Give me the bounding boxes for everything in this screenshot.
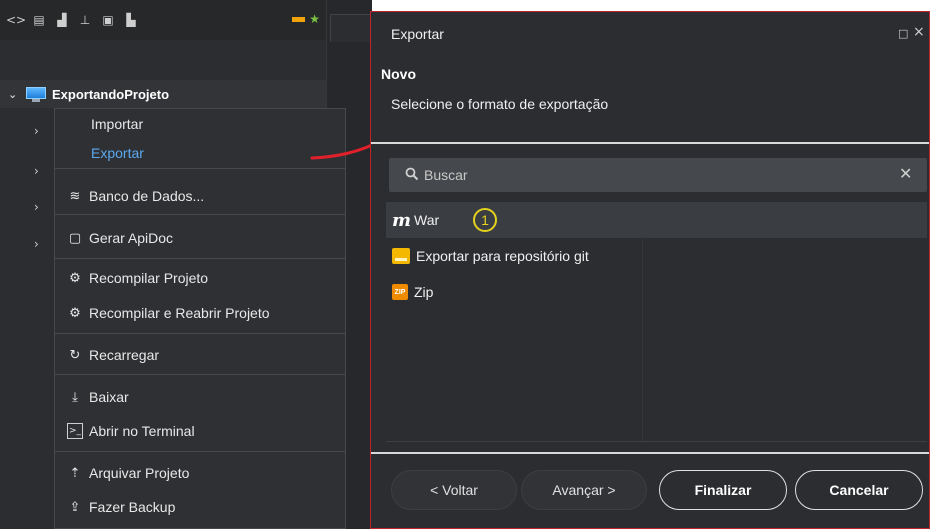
list-item-git[interactable]: Exportar para repositório git xyxy=(386,238,927,274)
gears-icon: ⚙ xyxy=(69,270,81,286)
next-button[interactable]: Avançar > xyxy=(521,470,647,510)
project-toolbar: <> ▤ ▟ ⊥ ▣ ▙ ★ xyxy=(0,0,326,40)
menu-item-recompilar[interactable]: ⚙ Recompilar Projeto xyxy=(67,266,208,290)
database-icon: ≋ xyxy=(69,188,81,204)
clear-search-icon[interactable]: ✕ xyxy=(899,164,912,183)
menu-item-label: Recompilar Projeto xyxy=(89,270,209,286)
menu-item-exportar[interactable]: Exportar xyxy=(91,141,144,165)
war-icon: m xyxy=(392,209,412,231)
search-input[interactable]: Buscar ✕ xyxy=(389,158,927,192)
menu-separator xyxy=(55,333,345,334)
divider xyxy=(371,452,929,454)
list-item-war[interactable]: m War 1 xyxy=(386,202,927,238)
tools-icon[interactable]: ▙ xyxy=(123,12,139,28)
dialog-title: Exportar xyxy=(391,26,444,42)
list-item-label: War xyxy=(414,212,440,228)
gears-icon: ⚙ xyxy=(69,305,81,321)
menu-separator xyxy=(55,168,345,169)
menu-separator xyxy=(55,214,345,215)
chevron-right-icon[interactable]: › xyxy=(34,237,39,251)
maximize-icon[interactable]: □ xyxy=(898,27,908,40)
ide-panel: <> ▤ ▟ ⊥ ▣ ▙ ★ ⌄ ExportandoProjeto › › ›… xyxy=(0,0,372,529)
tree-item-project[interactable]: ⌄ ExportandoProjeto xyxy=(0,80,326,108)
menu-item-recompilar-reabrir[interactable]: ⚙ Recompilar e Reabrir Projeto xyxy=(67,301,270,325)
editor-tab[interactable] xyxy=(330,14,372,42)
project-name: ExportandoProjeto xyxy=(52,86,170,102)
list-item-label: Exportar para repositório git xyxy=(416,248,589,264)
menu-item-arquivar[interactable]: ⇡ Arquivar Projeto xyxy=(67,461,190,485)
step-badge: 1 xyxy=(473,208,497,232)
html5-icon[interactable]: ▣ xyxy=(100,12,116,28)
list-item-zip[interactable]: ZIP Zip xyxy=(386,274,927,310)
archive-icon: ⇡ xyxy=(69,465,81,481)
grid-line xyxy=(642,236,643,441)
menu-item-terminal[interactable]: >_ Abrir no Terminal xyxy=(67,419,195,443)
monitor-icon xyxy=(26,86,46,102)
menu-separator xyxy=(55,451,345,452)
chart-icon[interactable]: ▟ xyxy=(54,12,70,28)
export-format-list: m War 1 Exportar para repositório git ZI… xyxy=(386,200,927,442)
menu-item-label: Exportar xyxy=(91,145,144,161)
chevron-right-icon[interactable]: › xyxy=(34,164,39,178)
menu-item-importar[interactable]: Importar xyxy=(91,112,143,136)
apidoc-icon: ▢ xyxy=(68,230,82,246)
menu-item-label: Recarregar xyxy=(89,347,160,363)
chevron-right-icon[interactable]: › xyxy=(34,124,39,138)
search-icon xyxy=(405,167,419,181)
reload-icon: ↻ xyxy=(69,347,81,363)
project-tree: ⌄ ExportandoProjeto xyxy=(0,80,326,108)
finish-button[interactable]: Finalizar xyxy=(659,470,787,510)
backup-icon: ⇪ xyxy=(69,499,81,515)
context-menu: Importar Exportar ≋ Banco de Dados... ▢ Ge… xyxy=(54,108,346,529)
chevron-down-icon[interactable]: ⌄ xyxy=(8,88,20,101)
menu-item-baixar[interactable]: ⤓ Baixar xyxy=(67,385,129,409)
menu-item-label: Arquivar Projeto xyxy=(89,465,190,481)
menu-separator xyxy=(55,258,345,259)
menu-item-label: Importar xyxy=(91,116,144,132)
code-icon[interactable]: <> xyxy=(6,12,26,28)
terminal-icon: >_ xyxy=(67,423,83,439)
git-export-icon xyxy=(392,248,410,264)
chevron-right-icon[interactable]: › xyxy=(34,200,39,214)
hierarchy-icon[interactable]: ⊥ xyxy=(77,12,93,28)
menu-item-label: Baixar xyxy=(89,389,129,405)
menu-item-label: Banco de Dados... xyxy=(89,188,205,204)
menu-item-label: Gerar ApiDoc xyxy=(89,230,174,246)
zip-icon: ZIP xyxy=(392,284,408,300)
export-dialog: Exportar □ × Novo Selecione o formato de… xyxy=(370,11,930,529)
list-item-label: Zip xyxy=(414,284,434,300)
menu-item-label: Recompilar e Reabrir Projeto xyxy=(89,305,270,321)
search-placeholder: Buscar xyxy=(424,167,468,183)
menu-separator xyxy=(55,374,345,375)
menu-item-gerar-apidoc[interactable]: ▢ Gerar ApiDoc xyxy=(67,226,173,250)
cancel-button[interactable]: Cancelar xyxy=(795,470,923,510)
menu-item-label: Abrir no Terminal xyxy=(89,423,195,439)
dialog-heading: Novo xyxy=(381,66,416,82)
file-icon[interactable]: ▤ xyxy=(31,12,47,28)
menu-item-banco-de-dados[interactable]: ≋ Banco de Dados... xyxy=(67,184,205,208)
menu-item-label: Fazer Backup xyxy=(89,499,176,515)
menu-item-backup[interactable]: ⇪ Fazer Backup xyxy=(67,495,176,519)
dialog-description: Selecione o formato de exportação xyxy=(391,96,609,112)
close-icon[interactable]: × xyxy=(913,24,925,40)
back-button[interactable]: < Voltar xyxy=(391,470,517,510)
menu-item-recarregar[interactable]: ↻ Recarregar xyxy=(67,343,159,367)
bookmark-icon[interactable] xyxy=(292,16,306,22)
star-icon[interactable]: ★ xyxy=(309,12,320,26)
divider xyxy=(371,142,929,144)
download-icon: ⤓ xyxy=(72,389,78,405)
